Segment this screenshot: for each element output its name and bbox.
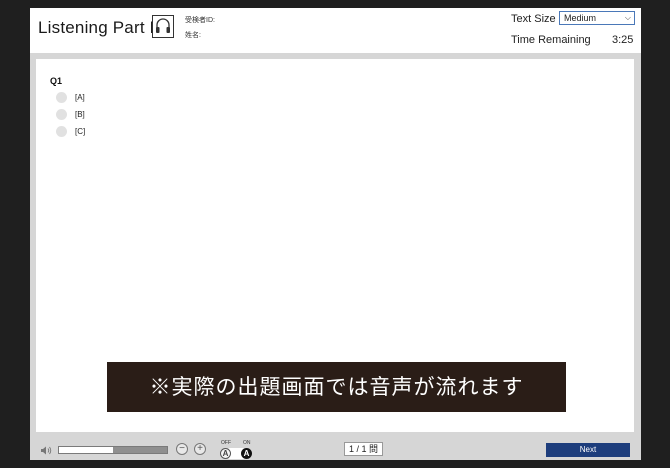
footer-bar: − + OFF ON A A 1 / 1 問 Next xyxy=(30,437,641,460)
text-size-value: Medium xyxy=(564,13,597,23)
option-b-label: [B] xyxy=(75,110,85,119)
exam-window: Listening Part B 受検者ID: 姓名: Text Size Me… xyxy=(30,8,641,460)
volume-up-button[interactable]: + xyxy=(194,443,206,455)
option-c-label: [C] xyxy=(75,127,86,136)
section-title: Listening Part B xyxy=(38,18,162,37)
audio-progress-bar[interactable] xyxy=(58,446,168,454)
toggle-on-label: ON xyxy=(243,440,251,446)
text-size-label: Text Size xyxy=(511,13,556,25)
toggle-on-option[interactable]: A xyxy=(241,448,252,459)
volume-down-button[interactable]: − xyxy=(176,443,188,455)
page-indicator: 1 / 1 問 xyxy=(344,442,383,456)
headphones-icon xyxy=(152,15,174,38)
time-remaining-value: 3:25 xyxy=(612,34,634,46)
question-label: Q1 xyxy=(50,76,63,86)
audio-progress-fill xyxy=(59,447,113,453)
radio-option-c[interactable] xyxy=(56,126,67,137)
question-area: Q1 [A] [B] [C] ※実際の出題画面では音声が流れます xyxy=(36,59,634,432)
chevron-down-icon: ⌵ xyxy=(624,13,631,22)
radio-option-a[interactable] xyxy=(56,92,67,103)
speaker-icon[interactable] xyxy=(40,443,52,460)
examinee-id-label: 受検者ID: xyxy=(185,17,215,24)
toggle-off-option[interactable]: A xyxy=(220,448,231,459)
toggle-off-label: OFF xyxy=(221,440,231,446)
option-a-label: [A] xyxy=(75,93,85,102)
time-remaining-label: Time Remaining xyxy=(511,34,591,46)
header-bar: Listening Part B 受検者ID: 姓名: Text Size Me… xyxy=(30,8,641,53)
text-size-select[interactable]: Medium ⌵ xyxy=(559,11,635,25)
audio-notice-banner: ※実際の出題画面では音声が流れます xyxy=(107,362,566,412)
radio-option-b[interactable] xyxy=(56,109,67,120)
next-button[interactable]: Next xyxy=(546,443,630,457)
examinee-name-label: 姓名: xyxy=(185,32,201,39)
